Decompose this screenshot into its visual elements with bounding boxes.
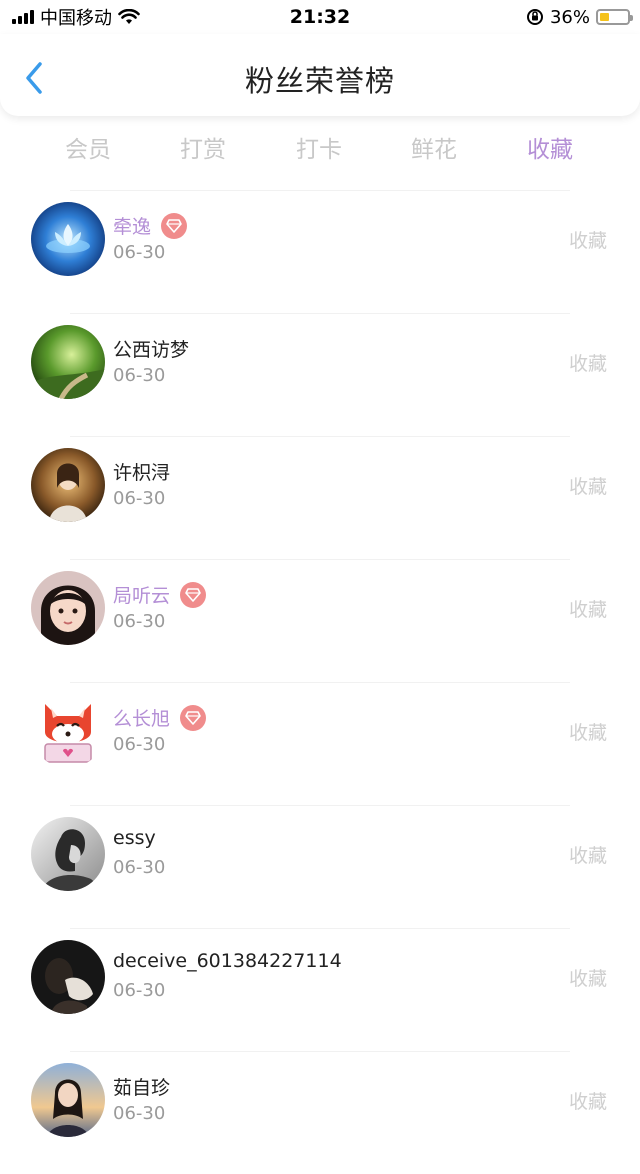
forest-avatar-image [31,325,105,399]
status-left: 中国移动 [12,4,140,30]
username-text: 局听云 [113,585,171,607]
bw-portrait-avatar-image [31,817,105,891]
favorite-label: 收藏 [568,1091,607,1113]
avatar[interactable] [31,448,105,522]
list-item[interactable]: 么长旭 06-30 收藏 [0,682,640,805]
list-item[interactable]: 牵逸 06-30 收藏 [0,190,640,313]
tab-bar: 会员 打赏 打卡 鲜花 收藏 [0,124,640,170]
favorite-label: 收藏 [568,722,607,744]
battery-level [600,13,610,21]
avatar[interactable] [31,940,105,1014]
battery-icon [596,9,633,25]
signal-icon [12,10,34,24]
list-item[interactable]: essy 06-30 收藏 [0,805,640,928]
date: 06-30 [113,980,166,1001]
battery-percent: 36% [549,6,590,28]
status-right: 36% [526,6,633,28]
date: 06-30 [113,611,166,632]
wifi-icon [118,9,140,24]
girl-avatar-image [31,571,105,645]
username-text: essy [113,827,156,849]
username[interactable]: essy [113,827,156,849]
date: 06-30 [113,242,166,263]
list-item[interactable]: 许枳浔 06-30 收藏 [0,436,640,559]
favorite-label: 收藏 [568,599,607,621]
diamond-badge-icon [180,704,207,731]
username-text: deceive_601384227114 [113,950,342,972]
divider [70,313,570,314]
divider [70,436,570,437]
tab-checkin[interactable]: 打卡 [269,130,369,164]
nav-bar: 粉丝荣誉榜 [0,34,640,116]
date: 06-30 [113,365,166,386]
username[interactable]: 么长旭 [113,704,207,731]
portrait-avatar-image [31,448,105,522]
diamond-badge-icon [161,212,188,239]
divider [70,559,570,560]
sunset-portrait-avatar-image [31,1063,105,1137]
date: 06-30 [113,488,166,509]
username-text: 么长旭 [113,708,171,730]
divider [70,190,570,191]
list-item[interactable]: 茹自珍 06-30 收藏 [0,1051,640,1174]
list-item[interactable]: 公西访梦 06-30 收藏 [0,313,640,436]
favorite-label: 收藏 [568,476,607,498]
diamond-badge-icon [180,581,207,608]
list-item[interactable]: 局听云 06-30 收藏 [0,559,640,682]
tab-reward[interactable]: 打赏 [153,130,253,164]
avatar[interactable] [31,694,105,768]
tab-flower[interactable]: 鲜花 [384,130,484,164]
carrier-label: 中国移动 [40,8,112,29]
divider [70,928,570,929]
avatar[interactable] [31,817,105,891]
date: 06-30 [113,734,166,755]
page-title: 粉丝荣誉榜 [244,64,395,98]
username[interactable]: 牵逸 [113,212,188,239]
username[interactable]: 许枳浔 [113,458,170,485]
username-text: 许枳浔 [113,462,171,484]
avatar[interactable] [31,325,105,399]
username-text: 公西访梦 [113,339,190,361]
divider [70,682,570,683]
lotus-avatar-image [31,202,105,276]
favorite-label: 收藏 [568,230,607,252]
favorite-label: 收藏 [568,845,607,867]
avatar[interactable] [31,571,105,645]
avatar[interactable] [31,202,105,276]
username-text: 牵逸 [113,216,152,238]
tab-member[interactable]: 会员 [38,130,138,164]
divider [70,1051,570,1052]
date: 06-30 [113,857,166,878]
fan-list: 牵逸 06-30 收藏 公西访梦 06-30 收藏 许枳浔 06-30 收藏 局… [0,190,640,1174]
date: 06-30 [113,1103,166,1124]
username[interactable]: 公西访梦 [113,335,189,362]
username[interactable]: 局听云 [113,581,207,608]
list-item[interactable]: deceive_601384227114 06-30 收藏 [0,928,640,1051]
username[interactable]: 茹自珍 [113,1073,170,1100]
avatar[interactable] [31,1063,105,1137]
status-bar: 中国移动 21:32 36% [0,0,640,34]
dark-portrait-avatar-image [31,940,105,1014]
favorite-label: 收藏 [568,968,607,990]
orientation-lock-icon [526,9,543,25]
favorite-label: 收藏 [568,353,607,375]
fox-avatar-image [31,694,105,768]
username[interactable]: deceive_601384227114 [113,950,342,972]
tab-favorite[interactable]: 收藏 [500,130,600,164]
username-text: 茹自珍 [113,1077,171,1099]
divider [70,805,570,806]
